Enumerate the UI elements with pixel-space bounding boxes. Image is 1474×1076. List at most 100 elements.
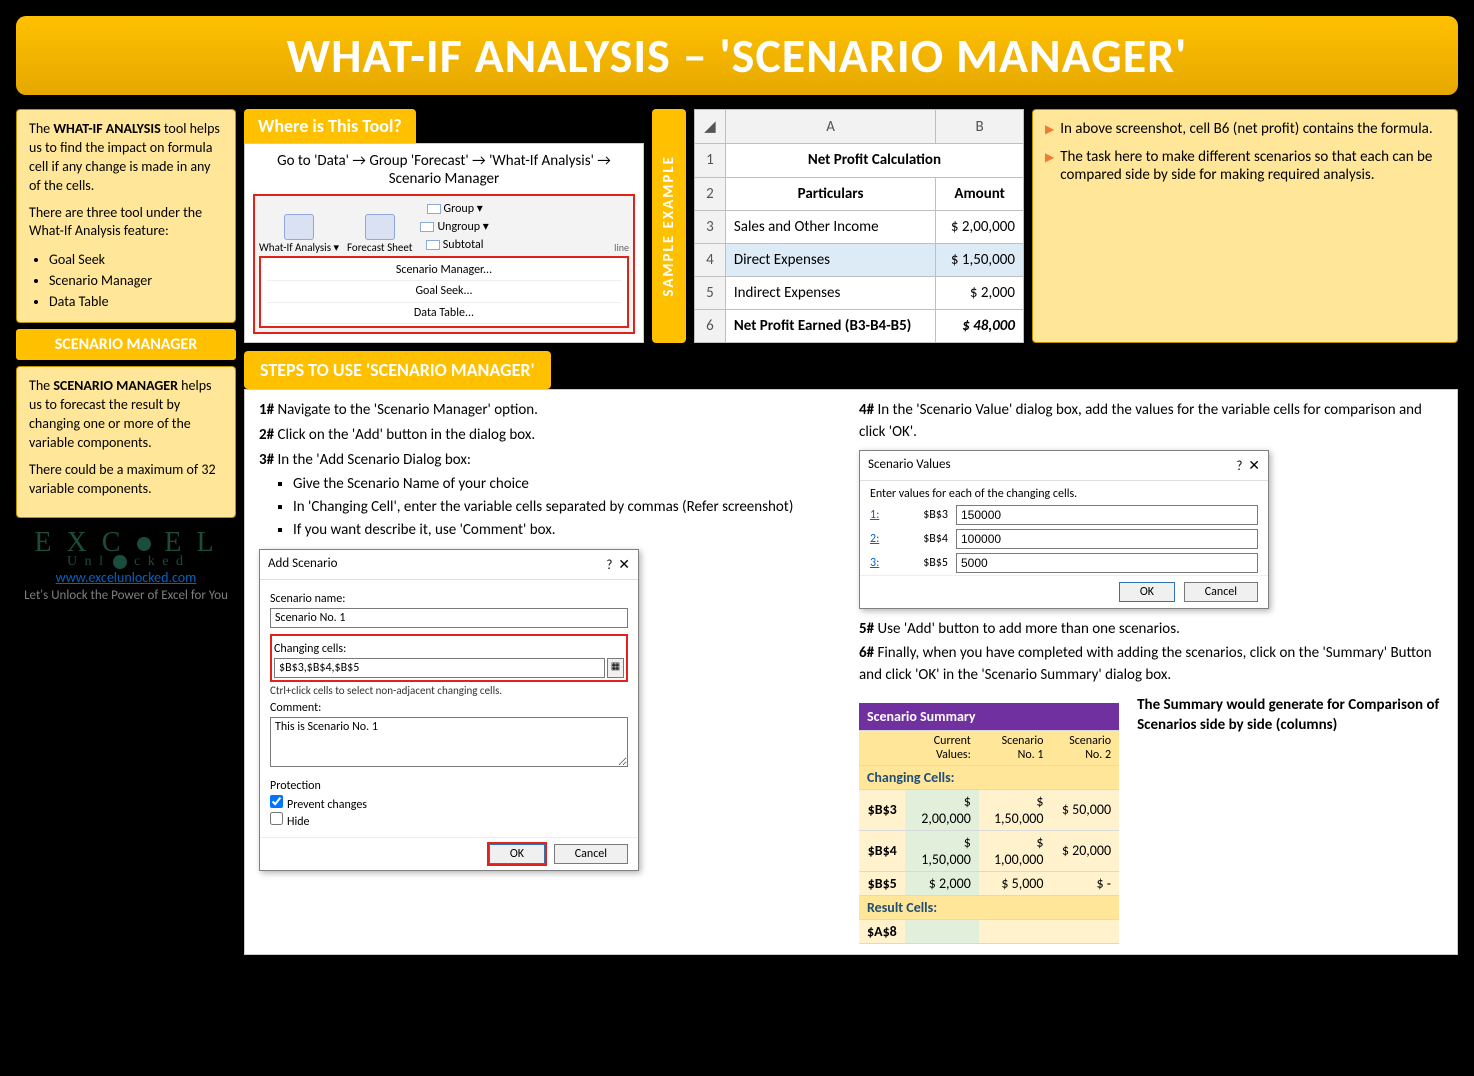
hint-text: Ctrl+click cells to select non-adjacent … [270, 684, 628, 697]
value-input[interactable] [956, 553, 1258, 573]
left-column: The WHAT-IF ANALYSIS tool helps us to fi… [16, 109, 236, 955]
list-item: Scenario Manager [49, 270, 223, 291]
brand-logo: E X C E L U n l c k e d [22, 530, 230, 569]
whatif-icon [284, 214, 314, 240]
steps-header: STEPS TO USE 'SCENARIO MANAGER' [244, 351, 551, 389]
summary-cell: $ - [1052, 871, 1120, 895]
scenario-header: SCENARIO MANAGER [16, 329, 236, 360]
menu-data-table[interactable]: Data Table... [267, 303, 621, 324]
summary-cell: $ 50,000 [1052, 789, 1120, 830]
field-label: Scenario name: [270, 592, 628, 606]
range-picker-icon[interactable]: ▦ [607, 658, 624, 678]
corner-cell: ◢ [695, 110, 726, 144]
scenario-text-2: There could be a maximum of 32 variable … [29, 461, 223, 499]
value-input[interactable] [956, 529, 1258, 549]
row-key: 2: [870, 532, 890, 546]
grid-cell: Sales and Other Income [725, 210, 935, 243]
field-label: Protection [270, 779, 628, 793]
list-item: Give the Scenario Name of your choice [293, 474, 843, 495]
step-text: 1# Navigate to the 'Scenario Manager' op… [259, 400, 843, 422]
lock-icon [137, 537, 151, 551]
grid-header: Amount [936, 177, 1024, 210]
close-icon[interactable]: ✕ [618, 556, 630, 573]
cell-ref: $A$8 [859, 919, 905, 943]
value-input[interactable] [956, 505, 1258, 525]
grid-title: Net Profit Calculation [725, 144, 1023, 177]
step-text: 2# Click on the 'Add' button in the dial… [259, 425, 843, 447]
summary-cell: $ 2,00,000 [905, 789, 979, 830]
step-text: 6# Finally, when you have completed with… [859, 643, 1443, 687]
steps-body: 1# Navigate to the 'Scenario Manager' op… [244, 389, 1458, 955]
bullet-icon: ▶ [1045, 150, 1054, 184]
grid-cell: Net Profit Earned (B3-B4-B5) [725, 309, 935, 342]
row-header: 1 [695, 144, 726, 177]
right-column: Where is This Tool? Go to 'Data' → Group… [244, 109, 1458, 955]
where-path: Go to 'Data' → Group 'Forecast' → 'What-… [253, 152, 635, 188]
comment-input[interactable]: This is Scenario No. 1 [270, 717, 628, 767]
grid-cell: $ 1,50,000 [936, 243, 1024, 276]
ok-button[interactable]: OK [1119, 582, 1175, 602]
title-bar: WHAT-IF ANALYSIS – 'SCENARIO MANAGER' [16, 16, 1458, 95]
cell-ref: $B$3 [859, 789, 905, 830]
dialog-title: Add Scenario [268, 556, 338, 573]
row-header: 4 [695, 243, 726, 276]
cell-ref: $B$5 [898, 556, 948, 570]
where-card: Where is This Tool? Go to 'Data' → Group… [244, 109, 644, 343]
steps-left: 1# Navigate to the 'Scenario Manager' op… [259, 400, 843, 944]
menu-scenario-manager[interactable]: Scenario Manager... [267, 260, 621, 281]
sample-label: SAMPLE EXAMPLE [652, 109, 686, 343]
subtotal-button[interactable]: Subtotal [420, 236, 488, 254]
cell-ref: $B$5 [859, 871, 905, 895]
menu-goal-seek[interactable]: Goal Seek... [267, 281, 621, 302]
summary-cell: $ 20,000 [1052, 830, 1120, 871]
where-header: Where is This Tool? [244, 109, 416, 143]
summary-cell: $ 1,50,000 [979, 789, 1052, 830]
cell-ref: $B$4 [898, 532, 948, 546]
group-button[interactable]: Group ▾ [420, 200, 488, 218]
row-header: 5 [695, 276, 726, 309]
cancel-button[interactable]: Cancel [554, 844, 628, 864]
dialog-prompt: Enter values for each of the changing ce… [860, 481, 1268, 503]
dialog-title: Scenario Values [868, 457, 951, 474]
grid-cell: $ 48,000 [936, 309, 1024, 342]
row-label: Changing Cells: [859, 765, 1119, 789]
row-header: 2 [695, 177, 726, 210]
list-item: Goal Seek [49, 249, 223, 270]
field-label: Comment: [270, 701, 628, 715]
forecast-icon [365, 214, 395, 240]
whatif-button[interactable]: What-If Analysis ▾ [259, 214, 339, 254]
cell-ref: $B$4 [859, 830, 905, 871]
scenario-values-dialog: Scenario Values ? ✕ Enter values for eac… [859, 450, 1269, 609]
help-icon[interactable]: ? [1236, 459, 1242, 474]
add-scenario-dialog: Add Scenario ? ✕ Scenario name: Changing… [259, 549, 639, 871]
list-item: Data Table [49, 291, 223, 312]
summary-title: Scenario Summary [859, 703, 1119, 731]
prevent-changes-checkbox[interactable] [270, 795, 283, 808]
cancel-button[interactable]: Cancel [1184, 582, 1258, 602]
ok-button[interactable]: OK [489, 844, 545, 864]
notes-panel: ▶In above screenshot, cell B6 (net profi… [1032, 109, 1458, 343]
grid-cell: $ 2,000 [936, 276, 1024, 309]
intro-panel: The WHAT-IF ANALYSIS tool helps us to fi… [16, 109, 236, 323]
brand-link[interactable]: www.excelunlocked.com [56, 569, 197, 586]
help-icon[interactable]: ? [606, 558, 612, 573]
scenario-name-input[interactable] [270, 608, 628, 628]
close-icon[interactable]: ✕ [1248, 457, 1260, 474]
changing-cells-input[interactable] [274, 658, 605, 678]
top-row: Where is This Tool? Go to 'Data' → Group… [244, 109, 1458, 343]
ribbon-screenshot: What-If Analysis ▾ Forecast Sheet Group … [253, 194, 635, 334]
sample-grid: ◢AB 1Net Profit Calculation 2Particulars… [694, 109, 1024, 343]
ungroup-button[interactable]: Ungroup ▾ [420, 218, 488, 236]
forecast-button[interactable]: Forecast Sheet [347, 214, 412, 254]
summary-cell: $ 1,50,000 [905, 830, 979, 871]
page-title: WHAT-IF ANALYSIS – 'SCENARIO MANAGER' [46, 26, 1428, 85]
scenario-panel: The SCENARIO MANAGER helps us to forecas… [16, 366, 236, 517]
hide-checkbox[interactable] [270, 812, 283, 825]
col-header: Scenario No. 2 [1052, 730, 1120, 765]
col-header: A [725, 110, 935, 144]
row-header: 3 [695, 210, 726, 243]
row-header: 6 [695, 309, 726, 342]
row-label: Result Cells: [859, 895, 1119, 919]
col-header: B [936, 110, 1024, 144]
col-header: Scenario No. 1 [979, 730, 1052, 765]
